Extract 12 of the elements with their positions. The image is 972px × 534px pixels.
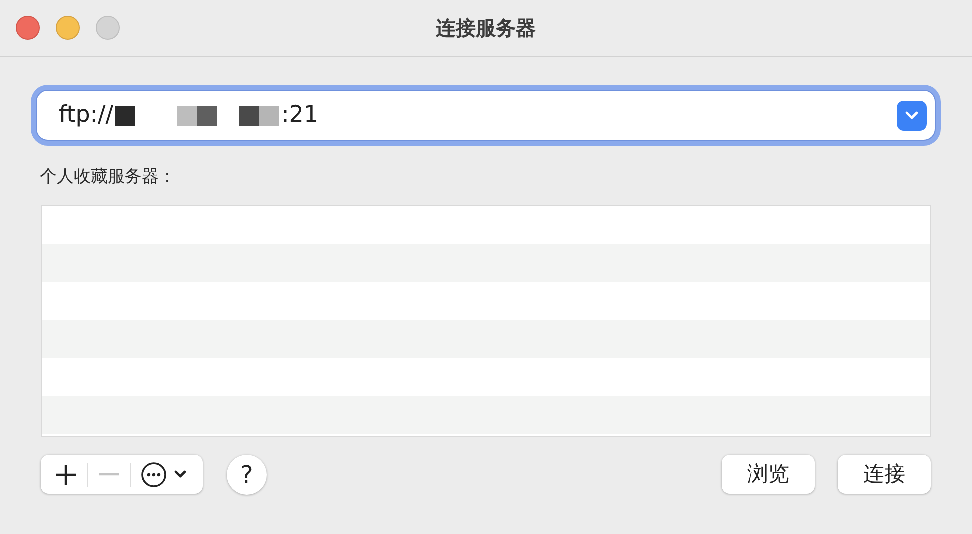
more-icon [141,462,189,488]
help-button[interactable]: ? [227,454,267,494]
minus-icon [98,473,120,476]
plus-icon [55,464,77,486]
window-title: 连接服务器 [436,16,536,40]
dialog-button[interactable]: 浏览 [722,455,815,494]
chevron-icon [905,111,919,120]
dropdown-button[interactable] [897,100,927,130]
favorites-label: 个人收藏服务器： [40,167,176,187]
minimize-button[interactable] [56,16,80,40]
close-button[interactable] [16,16,40,40]
dialog-button[interactable]: 连接 [838,455,931,494]
